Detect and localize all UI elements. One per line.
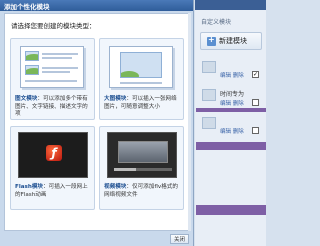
card-name: Flash模块: [15, 184, 44, 190]
edit-link[interactable]: 编辑: [220, 101, 231, 107]
card-name: 图文模块: [15, 96, 38, 102]
delete-link[interactable]: 删除: [233, 101, 244, 107]
dialog-scrollbar[interactable]: [188, 13, 191, 231]
edit-link[interactable]: 编辑: [220, 73, 231, 79]
module-checkbox[interactable]: [252, 99, 259, 106]
add-module-dialog: 添加个性化模块 请选择您要创建的模块类型： 图文模块：可以添加多个带有图片、文字…: [0, 0, 194, 246]
dialog-prompt: 请选择您要创建的模块类型：: [11, 22, 96, 30]
new-module-button[interactable]: 新建模块: [200, 32, 262, 50]
module-card-video[interactable]: 视频模块：仅可添加flv格式的网络视频文件: [99, 126, 184, 210]
card-name: 大图模块: [104, 96, 127, 102]
large-image-preview-icon: [103, 42, 180, 92]
flash-preview-icon: ƒ: [14, 130, 91, 180]
module-card-large-image[interactable]: 大图模块：可以插入一张网络图片，可随意调整大小: [99, 38, 184, 120]
background-top-bar: [195, 0, 266, 10]
module-checkbox[interactable]: [252, 127, 259, 134]
module-row-title: 时间专为: [220, 91, 245, 98]
module-row: 编辑 删除: [200, 114, 262, 142]
new-module-label: 新建模块: [219, 37, 247, 45]
add-icon: [207, 35, 216, 46]
card-name: 视频模块: [104, 184, 127, 190]
image-text-preview-icon: [14, 42, 91, 92]
background-divider: [196, 205, 266, 215]
module-thumbnail-icon: [202, 89, 216, 101]
module-card-image-text[interactable]: 图文模块：可以添加多个带有图片、文字链接、描述文字的项: [10, 38, 95, 120]
background-divider: [196, 142, 266, 150]
edit-link[interactable]: 编辑: [220, 129, 231, 135]
background-divider: [196, 108, 266, 112]
delete-link[interactable]: 删除: [233, 129, 244, 135]
module-card-flash[interactable]: ƒ Flash模块：可插入一段网上的Flash动画: [10, 126, 95, 210]
module-thumbnail-icon: [202, 117, 216, 129]
delete-link[interactable]: 删除: [233, 73, 244, 79]
dialog-body: 请选择您要创建的模块类型： 图文模块：可以添加多个带有图片、文字链接、描述文字的…: [4, 13, 190, 231]
background-panel-title: 自定义模块: [201, 19, 232, 26]
flash-logo-icon: ƒ: [46, 145, 62, 161]
video-preview-icon: [103, 130, 180, 180]
dialog-titlebar[interactable]: 添加个性化模块: [0, 0, 193, 11]
module-thumbnail-icon: [202, 61, 216, 73]
module-checkbox[interactable]: ✓: [252, 71, 259, 78]
module-row: 编辑 删除 ✓: [200, 58, 262, 86]
dialog-title: 添加个性化模块: [4, 2, 50, 11]
close-button[interactable]: 关闭: [170, 234, 189, 244]
